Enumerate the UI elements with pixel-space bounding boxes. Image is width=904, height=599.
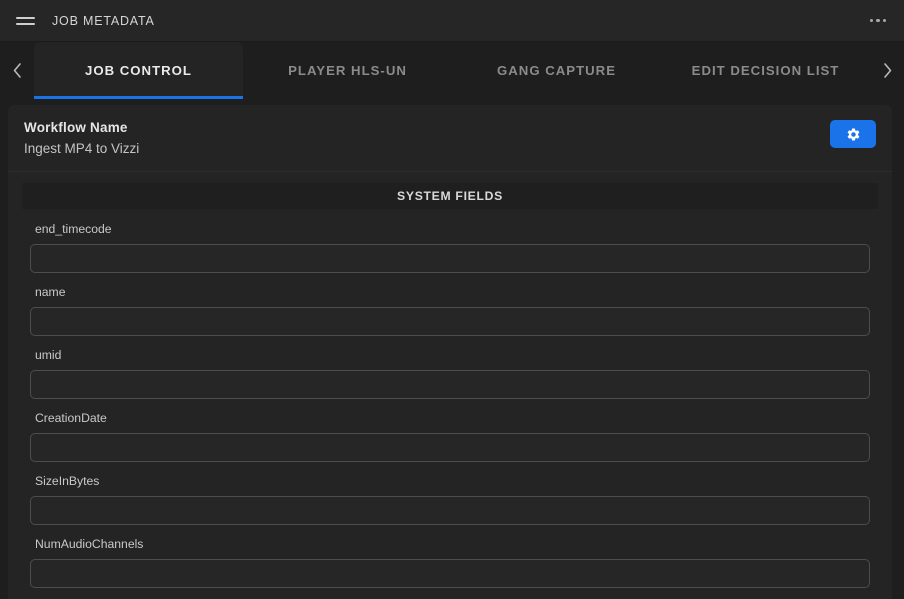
tab-label: PLAYER HLS-UN: [288, 63, 407, 78]
field-size-in-bytes: SizeInBytes: [30, 473, 870, 525]
num-audio-channels-input[interactable]: [30, 559, 870, 588]
gear-icon: [846, 127, 861, 142]
size-in-bytes-input[interactable]: [30, 496, 870, 525]
end-timecode-input[interactable]: [30, 244, 870, 273]
job-metadata-panel: Workflow Name Ingest MP4 to Vizzi SYSTEM…: [8, 105, 892, 599]
app-header-bar: JOB METADATA: [0, 0, 904, 42]
tab-player-hls-un[interactable]: PLAYER HLS-UN: [243, 42, 452, 99]
field-label: umid: [35, 348, 62, 362]
workflow-header: Workflow Name Ingest MP4 to Vizzi: [8, 105, 892, 172]
creation-date-input[interactable]: [30, 433, 870, 462]
field-label: CreationDate: [35, 411, 107, 425]
tab-label: JOB CONTROL: [85, 63, 192, 78]
workflow-name-label: Workflow Name: [24, 120, 128, 135]
umid-input[interactable]: [30, 370, 870, 399]
tab-label: GANG CAPTURE: [497, 63, 616, 78]
system-fields-scroll-area[interactable]: SYSTEM FIELDS end_timecode name umid Cre…: [22, 183, 878, 599]
fields-list: end_timecode name umid CreationDate Size: [22, 209, 878, 588]
panel-right-gutter: [892, 105, 904, 599]
workflow-name-value: Ingest MP4 to Vizzi: [24, 141, 140, 156]
field-creation-date: CreationDate: [30, 410, 870, 462]
field-label: NumAudioChannels: [35, 537, 144, 551]
tab-active-indicator: [34, 96, 243, 99]
kebab-menu-icon[interactable]: [866, 11, 891, 31]
name-input[interactable]: [30, 307, 870, 336]
field-label: SizeInBytes: [35, 474, 100, 488]
field-label: end_timecode: [35, 222, 112, 236]
section-header-system-fields: SYSTEM FIELDS: [22, 183, 878, 209]
settings-button[interactable]: [830, 120, 876, 148]
field-label: name: [35, 285, 66, 299]
workflow-name-block: Workflow Name Ingest MP4 to Vizzi: [24, 118, 830, 159]
chevron-left-icon[interactable]: [0, 42, 34, 99]
field-umid: umid: [30, 347, 870, 399]
tab-gang-capture[interactable]: GANG CAPTURE: [452, 42, 661, 99]
hamburger-menu-icon[interactable]: [16, 14, 35, 28]
section-title: SYSTEM FIELDS: [397, 189, 503, 203]
chevron-right-icon[interactable]: [870, 42, 904, 99]
field-name: name: [30, 284, 870, 336]
tab-bar: JOB CONTROL PLAYER HLS-UN GANG CAPTURE E…: [0, 42, 904, 99]
app-root: JOB METADATA JOB CONTROL PLAYER HLS-UN G…: [0, 0, 904, 599]
tab-edit-decision-list[interactable]: EDIT DECISION LIST: [661, 42, 870, 99]
tab-list: JOB CONTROL PLAYER HLS-UN GANG CAPTURE E…: [34, 42, 870, 99]
tab-label: EDIT DECISION LIST: [691, 63, 840, 78]
page-title: JOB METADATA: [52, 13, 155, 28]
field-num-audio-channels: NumAudioChannels: [30, 536, 870, 588]
field-end-timecode: end_timecode: [30, 221, 870, 273]
tab-job-control[interactable]: JOB CONTROL: [34, 42, 243, 99]
